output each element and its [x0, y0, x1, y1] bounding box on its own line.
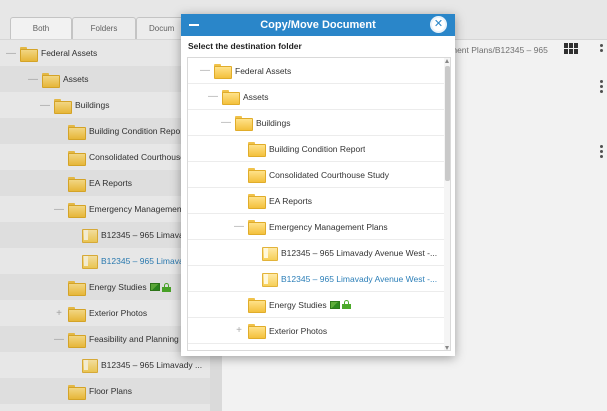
folder-item[interactable]: — Assets [188, 84, 444, 110]
folder-item-label: Consolidated Courthouse Study [269, 169, 390, 180]
folder-item[interactable]: — Federal Assets [188, 58, 444, 84]
collapse-icon[interactable]: — [234, 221, 244, 232]
folder-item[interactable]: Energy Studies [188, 292, 444, 318]
folder-item-label: Federal Assets [235, 65, 292, 76]
folder-item-label: Building Condition Report [269, 143, 366, 154]
folder-item[interactable]: — Emergency Management Plans [188, 214, 444, 240]
minimize-button[interactable] [189, 24, 199, 26]
lock-icon [341, 300, 351, 309]
scroll-down-icon[interactable] [445, 346, 449, 350]
dialog-subtitle: Select the destination folder [188, 41, 302, 51]
folder-icon [222, 90, 240, 105]
folder-item[interactable]: EA Reports [188, 188, 444, 214]
dialog-header: Copy/Move Document ✕ [181, 14, 455, 36]
collapse-icon[interactable]: — [221, 117, 231, 128]
folder-item[interactable]: Building Condition Report [188, 136, 444, 162]
folder-item[interactable]: + Exterior Photos [188, 318, 444, 344]
folder-item[interactable]: — Buildings [188, 110, 444, 136]
folder-item-label: B12345 – 965 Limavady Avenue West -... [281, 247, 438, 258]
folder-item-label: Emergency Management Plans [269, 221, 388, 232]
folder-item-label: EA Reports [269, 195, 312, 206]
copy-move-dialog: Copy/Move Document ✕ Select the destinat… [181, 14, 455, 356]
folder-item[interactable]: B12345 – 965 Limavady Avenue West -... [188, 240, 444, 266]
folder-item-label: Assets [243, 91, 269, 102]
folder-item[interactable]: Consolidated Courthouse Study [188, 162, 444, 188]
collapse-icon[interactable]: — [200, 65, 210, 76]
folder-item-label: Exterior Photos [269, 325, 328, 336]
folder-icon [248, 168, 266, 183]
picture-icon [329, 300, 340, 309]
scroll-up-icon[interactable] [445, 59, 449, 63]
folder-item-label: Energy Studies [269, 299, 327, 310]
close-button[interactable]: ✕ [430, 16, 447, 33]
folder-icon [248, 194, 266, 209]
folder-item[interactable]: B12345 – 965 Limavady Avenue West -... [188, 266, 444, 292]
folder-icon [214, 64, 232, 79]
scrollbar-thumb[interactable] [445, 66, 450, 181]
folder-icon [248, 220, 266, 235]
folder-item-label: B12345 – 965 Limavady Avenue West -... [281, 273, 438, 284]
close-icon: ✕ [433, 18, 444, 30]
folder-item-label: Buildings [256, 117, 291, 128]
folder-icon [248, 142, 266, 157]
collapse-icon[interactable]: — [208, 91, 218, 102]
dialog-title: Copy/Move Document [260, 19, 376, 31]
folder-icon [235, 116, 253, 131]
folder-icon [248, 298, 266, 313]
destination-folder-tree: — Federal Assets — Assets — Buildings Bu… [187, 57, 451, 351]
folder-icon [248, 324, 266, 339]
expand-icon[interactable]: + [234, 325, 244, 336]
document-icon [262, 272, 278, 287]
document-icon [262, 246, 278, 261]
dialog-scrollbar[interactable] [444, 58, 450, 350]
